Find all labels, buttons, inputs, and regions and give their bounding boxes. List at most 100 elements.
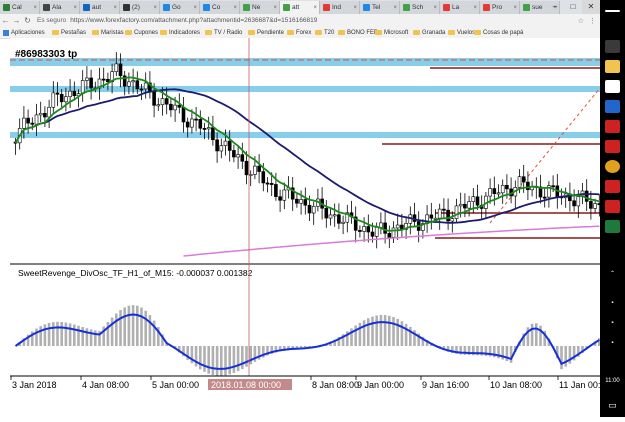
candle-body <box>593 203 597 209</box>
clock[interactable]: 11:00 <box>600 378 625 384</box>
tab-close-icon[interactable]: × <box>273 5 279 11</box>
close-button[interactable]: ✕ <box>582 0 600 14</box>
folder-icon <box>375 30 382 35</box>
tab-close-icon[interactable]: × <box>313 5 319 11</box>
candle-body <box>236 154 240 158</box>
bookmark-item[interactable]: Vuelos <box>448 28 475 37</box>
tab-favicon-icon <box>363 4 370 11</box>
bookmark-item[interactable]: T20 <box>315 28 334 37</box>
file-explorer-icon[interactable] <box>605 60 620 73</box>
folder-icon <box>474 30 481 35</box>
tab-close-icon[interactable]: × <box>393 5 399 11</box>
browser-tab[interactable]: La × <box>440 1 480 14</box>
price-pane[interactable]: #86983303 tp <box>10 38 602 264</box>
bookmark-label: Indicadores <box>169 29 201 36</box>
volume-icon[interactable]: ▪ <box>600 300 625 306</box>
candle-body <box>307 204 312 214</box>
task-view-icon[interactable] <box>605 40 620 53</box>
trading-chart[interactable]: #86983303 tp SweetRevenge_DivOsc_TF_H1_o… <box>10 38 602 417</box>
url-input[interactable]: https://www.forexfactory.com/attachment.… <box>70 17 317 24</box>
bookmark-item[interactable]: Pestañas <box>52 28 86 37</box>
candle-body <box>223 140 228 146</box>
browser-tab[interactable]: (2) × <box>120 1 160 14</box>
bookmark-item[interactable]: Maristas <box>92 28 124 37</box>
bookmark-item[interactable]: Forex <box>287 28 311 37</box>
candle-body <box>542 196 547 199</box>
browser-tab[interactable]: Pro × <box>480 1 520 14</box>
store-icon[interactable] <box>605 80 620 93</box>
candle-body <box>366 226 371 233</box>
battery-icon[interactable]: ▪ <box>600 340 625 346</box>
candle-body <box>496 192 501 195</box>
tab-close-icon[interactable]: × <box>353 5 359 11</box>
back-icon[interactable]: ← <box>0 16 11 25</box>
bookmark-item[interactable]: BONO FED <box>338 28 378 37</box>
tab-close-icon[interactable]: × <box>193 5 199 11</box>
browser-tab[interactable]: Ala × <box>40 1 80 14</box>
tab-favicon-icon <box>163 4 170 11</box>
mail-icon[interactable] <box>605 100 620 113</box>
bookmark-item[interactable]: TV / Radio <box>205 28 242 37</box>
bookmark-item[interactable]: Pendiente <box>248 28 284 37</box>
bookmark-item[interactable]: Cosas de papá <box>474 28 523 37</box>
browser-tab[interactable]: Ind × <box>320 1 360 14</box>
candle-body <box>282 189 287 201</box>
browser-tab[interactable]: aut × <box>80 1 120 14</box>
tab-label: Cal <box>12 4 22 11</box>
tab-favicon-icon <box>323 4 330 11</box>
candle-body <box>206 127 211 130</box>
app-icon-red[interactable] <box>605 120 620 133</box>
network-icon[interactable]: ▪ <box>600 320 625 326</box>
bookmark-item[interactable]: Cupones <box>125 28 158 37</box>
tab-label: aut <box>92 4 102 11</box>
candle-body <box>261 171 266 184</box>
browser-tab[interactable]: Tel × <box>360 1 400 14</box>
browser-tab[interactable]: Ne × <box>240 1 280 14</box>
bookmark-item[interactable]: Microsoft <box>375 28 408 37</box>
candle-body <box>311 205 316 214</box>
tab-close-icon[interactable]: × <box>73 5 79 11</box>
tab-close-icon[interactable]: × <box>233 5 239 11</box>
time-label: 9 Jan 00:00 <box>357 380 404 390</box>
browser-tab[interactable]: Sch × <box>400 1 440 14</box>
maximize-button[interactable]: □ <box>564 0 582 14</box>
notification-icon[interactable]: ▭ <box>600 400 625 411</box>
tab-close-icon[interactable]: × <box>33 5 39 11</box>
crosshair-time-label: 2018.01.08 00:00 <box>211 380 281 390</box>
app-icon-ex[interactable] <box>605 200 620 213</box>
browser-tab[interactable]: Cal × <box>0 1 40 14</box>
tab-favicon-icon <box>203 4 210 11</box>
start-icon[interactable] <box>605 10 620 12</box>
chart-window[interactable]: #86983303 tp SweetRevenge_DivOsc_TF_H1_o… <box>10 38 602 417</box>
tray-icons[interactable]: ⌃ <box>600 270 625 277</box>
reload-icon[interactable]: ↻ <box>22 16 33 25</box>
candle-body <box>500 185 505 194</box>
minimize-button[interactable]: – <box>546 0 564 14</box>
forward-icon[interactable]: → <box>11 16 22 25</box>
star-icon[interactable]: ☆ <box>578 17 584 25</box>
tab-close-icon[interactable]: × <box>513 5 519 11</box>
bookmark-item[interactable]: Granada <box>413 28 445 37</box>
tab-close-icon[interactable]: × <box>473 5 479 11</box>
browser-tab[interactable]: att × <box>280 1 320 14</box>
candle-body <box>26 117 30 124</box>
window-controls: – □ ✕ <box>546 0 600 14</box>
menu-icon[interactable]: ⋮ <box>589 17 596 25</box>
candle-body <box>43 112 47 118</box>
tab-close-icon[interactable]: × <box>153 5 159 11</box>
browser-tab[interactable]: Co × <box>200 1 240 14</box>
tab-close-icon[interactable]: × <box>113 5 119 11</box>
apps-icon <box>3 29 9 36</box>
chrome-icon[interactable] <box>605 160 620 173</box>
browser-tab[interactable]: Go × <box>160 1 200 14</box>
candle-body <box>253 165 257 175</box>
app-icon-k[interactable] <box>605 180 620 193</box>
secure-label[interactable]: Es seguro <box>37 17 66 24</box>
app-icon-fx[interactable] <box>605 140 620 153</box>
excel-icon[interactable] <box>605 220 620 233</box>
tab-close-icon[interactable]: × <box>433 5 439 11</box>
bookmark-item[interactable]: Indicadores <box>160 28 200 37</box>
bookmark-item[interactable]: Aplicaciones <box>3 28 45 37</box>
bookmark-label: Cupones <box>134 29 159 36</box>
candle-body <box>240 154 245 162</box>
